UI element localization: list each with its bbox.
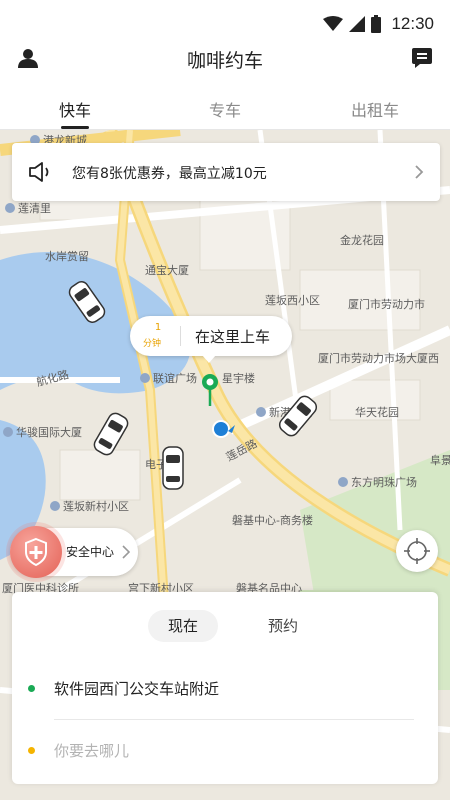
map-label: 星宇楼 (222, 372, 255, 385)
car-icon (162, 446, 184, 490)
map-label: 金龙花园 (340, 234, 384, 247)
map-label: 莲坂西小区 (265, 294, 320, 307)
map-label: 华骏国际大厦 (3, 424, 82, 440)
crosshair-icon (404, 538, 430, 564)
battery-icon (371, 15, 382, 33)
tab-premier[interactable]: 专车 (150, 84, 300, 129)
destination-placeholder: 你要去哪儿 (54, 742, 130, 760)
signal-icon (349, 16, 366, 32)
to-dot (28, 747, 35, 754)
shield-plus-icon (10, 526, 62, 578)
coupon-banner[interactable]: 您有8张优惠券，最高立减10元 (12, 143, 440, 201)
map-label: 东方明珠广场 (338, 474, 417, 490)
map-label: 磐基中心-商务楼 (232, 514, 313, 527)
tab-taxi[interactable]: 出租车 (300, 84, 450, 129)
map-label: 阜景 (430, 454, 450, 467)
page-title: 咖啡约车 (186, 50, 263, 72)
service-tabs: 快车 专车 出租车 (0, 84, 450, 130)
from-location-text: 软件园西门公交车站附近 (54, 680, 220, 698)
eta-value: 1 (154, 322, 162, 333)
map-label: 厦门市劳动力市场大厦西 (318, 352, 439, 365)
tab-express[interactable]: 快车 (0, 84, 150, 129)
pickup-label: 在这里上车 (195, 328, 271, 346)
from-dot (28, 685, 35, 692)
map-label: 水岸赏留 (45, 250, 89, 263)
trip-card: 现在 预约 软件园西门公交车站附近 你要去哪儿 (12, 592, 438, 784)
coupon-text: 您有8张优惠券，最高立减10元 (72, 166, 267, 182)
status-bar: 12:30 (0, 0, 450, 40)
wifi-icon (323, 16, 344, 31)
pickup-bubble[interactable]: 1 分钟 在这里上车 (130, 316, 292, 363)
map-label: 莲坂新村小区 (50, 498, 129, 514)
speaker-icon (29, 162, 49, 182)
time-mode-toggle: 现在 预约 (148, 610, 318, 642)
status-time: 12:30 (391, 14, 434, 33)
divider (180, 326, 181, 346)
eta-unit: 分钟 (143, 339, 162, 349)
divider (54, 719, 414, 720)
from-location-field[interactable]: 软件园西门公交车站附近 (28, 676, 428, 700)
map-label: 通宝大厦 (145, 264, 189, 277)
destination-field[interactable]: 你要去哪儿 (28, 738, 428, 762)
status-icons: 12:30 (323, 14, 434, 34)
map-label: 莲清里 (5, 200, 51, 216)
chevron-right-icon (415, 165, 424, 179)
user-location-icon (212, 420, 235, 438)
map-label: 联谊广场 (140, 370, 197, 386)
map-label: 厦门市劳动力市 (348, 298, 425, 311)
app-header: 咖啡约车 (0, 40, 450, 84)
locate-button[interactable] (396, 530, 438, 572)
safety-center-label: 安全中心 (66, 545, 115, 559)
safety-center-button[interactable]: 安全中心 (10, 526, 138, 578)
mode-now-button[interactable]: 现在 (148, 610, 218, 642)
chevron-right-icon (122, 545, 130, 559)
map-label: 华天花园 (355, 406, 399, 419)
mode-reserve-button[interactable]: 预约 (248, 610, 318, 642)
pickup-pin-icon[interactable] (200, 373, 220, 407)
message-icon[interactable] (410, 46, 434, 70)
